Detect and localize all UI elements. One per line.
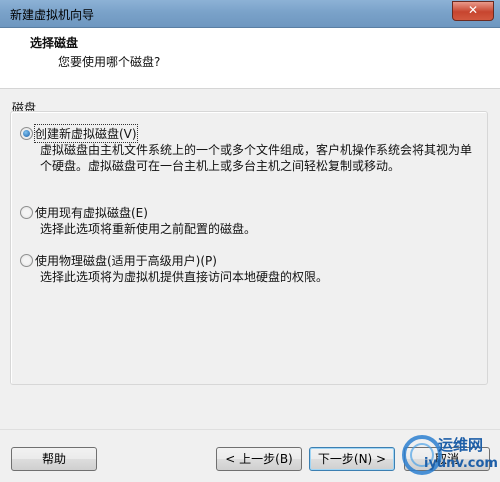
wizard-body: 磁盘 创建新虚拟磁盘(V) 虚拟磁盘由主机文件系统上的一个或多个文件组成，客户机… bbox=[0, 89, 500, 429]
site-watermark: 运维网 iyunv.com bbox=[398, 428, 500, 479]
next-button[interactable]: 下一步(N) > bbox=[309, 447, 395, 471]
radio-use-existing-disk[interactable] bbox=[20, 206, 33, 219]
radio-use-physical-disk[interactable] bbox=[20, 254, 33, 267]
close-button[interactable]: ✕ bbox=[452, 1, 494, 21]
close-icon: ✕ bbox=[467, 3, 479, 17]
window-title: 新建虚拟机向导 bbox=[10, 8, 95, 22]
wizard-header: 选择磁盘 您要使用哪个磁盘? bbox=[0, 28, 500, 89]
help-button[interactable]: 帮助 bbox=[11, 447, 97, 471]
watermark-text: 运维网 bbox=[438, 436, 484, 454]
option-description: 选择此选项将为虚拟机提供直接访问本地硬盘的权限。 bbox=[40, 270, 329, 284]
watermark-logo-icon bbox=[402, 435, 442, 475]
option-label[interactable]: 使用现有虚拟磁盘(E) bbox=[35, 204, 148, 221]
page-subtitle: 您要使用哪个磁盘? bbox=[58, 55, 161, 69]
option-description: 选择此选项将重新使用之前配置的磁盘。 bbox=[40, 222, 257, 236]
title-bar: 新建虚拟机向导 ✕ bbox=[0, 0, 500, 28]
page-title: 选择磁盘 bbox=[30, 36, 79, 50]
option-label[interactable]: 创建新虚拟磁盘(V) bbox=[34, 124, 138, 143]
option-label[interactable]: 使用物理磁盘(适用于高级用户)(P) bbox=[35, 252, 217, 269]
watermark-url: iyunv.com bbox=[424, 456, 498, 471]
back-button[interactable]: < 上一步(B) bbox=[216, 447, 302, 471]
option-description: 虚拟磁盘由主机文件系统上的一个或多个文件组成，客户机操作系统会将其视为单个硬盘。… bbox=[40, 143, 473, 173]
radio-create-new-disk[interactable] bbox=[20, 127, 33, 140]
